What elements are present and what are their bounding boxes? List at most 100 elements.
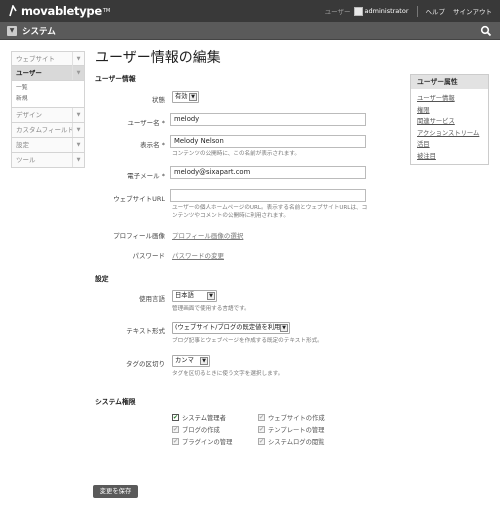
password-change-link[interactable]: パスワードの変更	[172, 250, 224, 260]
language-help: 管理画面で使用する言語です。	[172, 306, 250, 312]
display-name-label: 表示名 *	[140, 141, 165, 149]
text-format-label: テキスト形式	[126, 327, 165, 335]
menu-item-label: ユーザー	[16, 69, 42, 77]
menu-item-website[interactable]: ウェブサイト ▼	[11, 51, 85, 66]
top-bar: movabletype TM ユーザー administrator ヘルプ サイン…	[0, 0, 500, 22]
password-label: パスワード	[132, 252, 166, 260]
permission-label: システムログの閲覧	[268, 439, 325, 446]
checkmark-icon: ✔	[172, 438, 179, 445]
display-name-help: コンテンツの公開時に、この名前が表示されます。	[172, 151, 300, 157]
user-attributes-panel: ユーザー属性 ユーザー情報 権限 関連サービス アクションストリーム 活目 被注…	[410, 74, 489, 165]
menu-item-settings[interactable]: 設定 ▼	[11, 138, 85, 153]
logo-trademark: TM	[102, 8, 111, 14]
logo-text: movabletype	[21, 4, 102, 18]
section-title-user-info: ユーザー情報	[95, 75, 136, 83]
permission-label: ウェブサイトの作成	[268, 415, 325, 422]
submenu-item-list[interactable]: 一覧	[16, 83, 84, 94]
page-title: ユーザー情報の編集	[95, 50, 221, 66]
website-url-field[interactable]	[170, 189, 366, 202]
chevron-down-icon[interactable]: ▼	[72, 153, 84, 167]
logo-mark-icon	[9, 5, 17, 17]
chevron-down-icon[interactable]: ▼	[72, 52, 84, 66]
panel-link-related-services[interactable]: 関連サービス	[417, 116, 482, 128]
tag-delimiter-select[interactable]: カンマ ▼	[172, 355, 210, 367]
tag-delimiter-value: カンマ	[175, 357, 194, 364]
signout-link[interactable]: サインアウト	[453, 6, 492, 16]
menu-item-label: ウェブサイト	[16, 55, 55, 63]
panel-title: ユーザー属性	[411, 75, 488, 89]
scope-toggle-icon[interactable]: ▼	[7, 26, 17, 36]
menu-item-label: カスタムフィールド	[16, 126, 74, 134]
menu-item-label: ツール	[16, 156, 36, 164]
avatar	[353, 6, 363, 16]
checkmark-icon: ✔	[258, 438, 265, 445]
checkmark-icon: ✔	[258, 426, 265, 433]
tag-delimiter-label: タグの区切り	[126, 360, 165, 368]
chevron-down-icon: ▼	[200, 357, 208, 365]
menu-item-label: 設定	[16, 141, 29, 149]
language-label: 使用言語	[139, 295, 165, 303]
scope-bar: ▼ システム	[0, 22, 500, 40]
panel-link-user-info[interactable]: ユーザー情報	[417, 93, 482, 105]
menu-item-user[interactable]: ユーザー ▼	[11, 66, 85, 81]
chevron-down-icon[interactable]: ▼	[72, 123, 84, 137]
permission-label: ブログの作成	[182, 427, 220, 434]
save-button[interactable]: 変更を保存	[93, 485, 138, 498]
menu-item-label: デザイン	[16, 111, 42, 119]
text-format-select[interactable]: (ウェブサイト/ブログの既定値を利用) ▼	[172, 322, 290, 334]
username-link[interactable]: administrator	[365, 7, 409, 15]
section-title-permissions: システム権限	[95, 398, 136, 406]
chevron-down-icon: ▼	[207, 292, 215, 300]
submenu-item-new[interactable]: 新規	[16, 94, 84, 105]
menu-item-custom-fields[interactable]: カスタムフィールド ▼	[11, 123, 85, 138]
panel-link-action-stream[interactable]: アクションストリーム	[417, 128, 482, 140]
permission-system-admin[interactable]: ✔ システム管理者	[172, 413, 226, 422]
section-title-settings: 設定	[95, 275, 109, 283]
search-icon[interactable]	[480, 25, 492, 37]
user-submenu: 一覧 新規	[11, 81, 85, 108]
tag-delimiter-help: タグを区切るときに使う文字を選択します。	[172, 371, 284, 377]
left-menu: ウェブサイト ▼ ユーザー ▼ 一覧 新規 デザイン ▼ カスタムフィールド ▼ 設定 ▼…	[11, 51, 85, 168]
text-format-value: (ウェブサイト/ブログの既定値を利用)	[175, 324, 283, 331]
status-select[interactable]: 有効 ▼	[172, 91, 199, 103]
profile-image-link[interactable]: プロフィール画像の選択	[172, 230, 243, 240]
permission-create-website[interactable]: ✔ ウェブサイトの作成	[258, 413, 325, 422]
profile-image-label: プロフィール画像	[113, 232, 165, 240]
language-select[interactable]: 日本語 ▼	[172, 290, 217, 302]
permission-label: プラグインの管理	[182, 439, 233, 446]
chevron-down-icon[interactable]: ▼	[72, 138, 84, 152]
logo[interactable]: movabletype TM	[8, 4, 110, 18]
permission-view-system-log[interactable]: ✔ システムログの閲覧	[258, 437, 324, 446]
menu-item-design[interactable]: デザイン ▼	[11, 108, 85, 123]
username-label: ユーザー名 *	[127, 119, 165, 127]
email-field[interactable]: melody@sixapart.com	[170, 166, 366, 179]
permission-label: テンプレートの管理	[268, 427, 325, 434]
checkmark-icon: ✔	[172, 426, 179, 433]
panel-link-watched-by[interactable]: 被注目	[417, 151, 482, 163]
email-label: 電子メール *	[127, 172, 165, 180]
status-label: 状態	[152, 96, 165, 104]
panel-link-watching[interactable]: 活目	[417, 139, 482, 151]
display-name-field[interactable]: Melody Nelson	[170, 135, 366, 148]
chevron-down-icon[interactable]: ▼	[72, 66, 84, 80]
user-label: ユーザー	[324, 8, 351, 16]
help-link[interactable]: ヘルプ	[426, 6, 446, 16]
permission-manage-plugins[interactable]: ✔ プラグインの管理	[172, 437, 232, 446]
menu-item-tools[interactable]: ツール ▼	[11, 153, 85, 168]
chevron-down-icon[interactable]: ▼	[72, 108, 84, 122]
website-url-label: ウェブサイトURL	[113, 195, 165, 203]
checkmark-icon: ✔	[258, 414, 265, 421]
permission-label: システム管理者	[182, 415, 226, 422]
permission-create-blog[interactable]: ✔ ブログの作成	[172, 425, 220, 434]
chevron-down-icon: ▼	[189, 93, 197, 101]
language-value: 日本語	[175, 292, 194, 299]
divider	[416, 5, 418, 17]
username-field[interactable]: melody	[170, 113, 366, 126]
permission-manage-templates[interactable]: ✔ テンプレートの管理	[258, 425, 324, 434]
chevron-down-icon: ▼	[280, 324, 288, 332]
scope-title: システム	[22, 27, 56, 37]
panel-link-permissions[interactable]: 権限	[417, 105, 482, 117]
top-right-nav: ユーザー administrator ヘルプ サインアウト	[325, 0, 492, 22]
website-url-help: ユーザーの個人ホームページのURL。表示する名前とウェブサイトURLは、コンテン…	[172, 205, 368, 219]
checkmark-icon: ✔	[172, 414, 179, 421]
